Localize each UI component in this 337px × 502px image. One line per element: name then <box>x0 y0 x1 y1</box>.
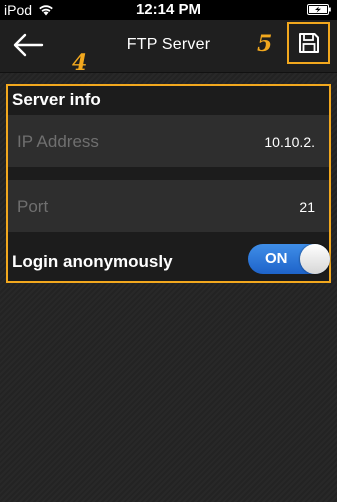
port-value[interactable]: 21 <box>299 199 315 215</box>
toggle-knob[interactable] <box>300 244 330 274</box>
save-button[interactable] <box>287 22 330 64</box>
login-anonymously-row: Login anonymously ON <box>8 242 330 280</box>
section-title: Server info <box>12 90 101 109</box>
navigation-bar: FTP Server 5 <box>0 20 337 73</box>
step-marker-save: 5 <box>257 31 273 57</box>
save-icon <box>298 33 319 53</box>
toggle-state-label: ON <box>265 250 288 267</box>
step-marker-server-info: 4 <box>72 50 88 76</box>
login-anonymously-label: Login anonymously <box>12 252 173 271</box>
ip-address-field[interactable]: IP Address 10.10.2. <box>8 115 329 167</box>
ip-address-label: IP Address <box>17 132 99 151</box>
port-label: Port <box>17 197 49 216</box>
battery-charging-icon <box>307 4 331 15</box>
port-field[interactable]: Port 21 <box>8 180 329 232</box>
login-anonymously-toggle[interactable]: ON <box>248 244 330 274</box>
ip-address-value[interactable]: 10.10.2. <box>264 134 315 150</box>
ftp-server-screen: iPod 12:14 PM FTP Server 5 4 Server info… <box>0 0 337 502</box>
clock: 12:14 PM <box>135 1 202 18</box>
server-info-panel: Server info IP Address 10.10.2. Port 21 … <box>6 84 331 283</box>
status-bar: iPod 12:14 PM <box>0 0 337 20</box>
